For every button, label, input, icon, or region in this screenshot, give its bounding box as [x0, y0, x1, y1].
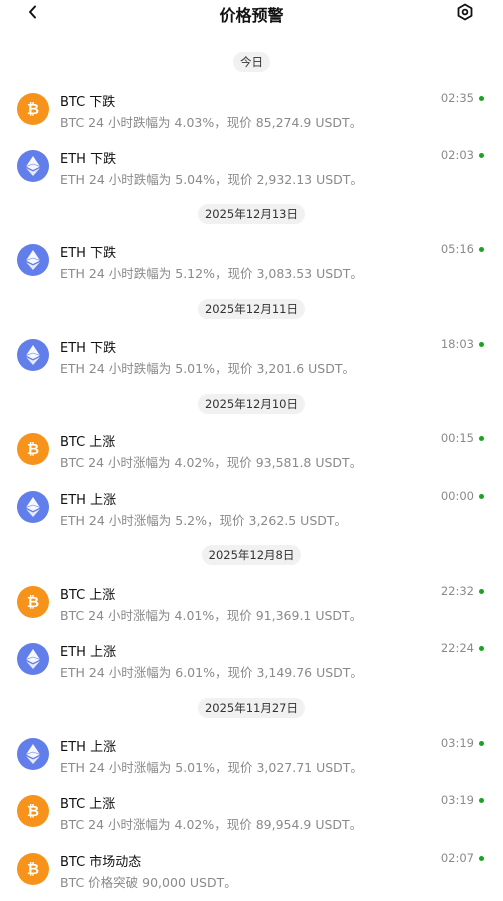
alert-title: ETH 下跌 — [60, 341, 117, 356]
alert-item[interactable]: ETH 下跌 ETH 24 小时跌幅为 5.04%，现价 2,932.13 USD… — [0, 148, 503, 190]
alert-description: ETH 24 小时涨幅为 6.01%，现价 3,149.76 USDT。 — [60, 665, 363, 680]
alert-time: 02:35 — [440, 91, 474, 105]
unread-dot — [479, 247, 484, 252]
price-alerts-page: 价格预警 今日 ₿ BTC 下跌 BTC 24 小时跌幅为 4.03%，现价 85,2… — [0, 0, 503, 901]
alert-time: 03:19 — [440, 736, 474, 750]
unread-dot — [479, 494, 484, 499]
alert-item[interactable]: ₿ BTC 上涨 BTC 24 小时涨幅为 4.02%，现价 93,581.8 US… — [0, 431, 503, 473]
svg-text:₿: ₿ — [27, 593, 39, 611]
svg-text:₿: ₿ — [27, 860, 39, 878]
unread-dot — [479, 153, 484, 158]
svg-text:₿: ₿ — [27, 100, 39, 118]
alert-description: ETH 24 小时跌幅为 5.01%，现价 3,201.6 USDT。 — [60, 361, 355, 376]
unread-dot — [479, 436, 484, 441]
date-separator: 2025年12月8日 — [0, 545, 503, 565]
alert-item[interactable]: ₿ BTC 上涨 BTC 24 小时涨幅为 4.02%，现价 89,954.9 US… — [0, 793, 503, 835]
alert-item[interactable]: ₿ BTC 上涨 BTC 24 小时涨幅为 4.01%，现价 91,369.1 US… — [0, 584, 503, 626]
alert-title: ETH 上涨 — [60, 740, 117, 755]
alert-description: BTC 24 小时跌幅为 4.03%，现价 85,274.9 USDT。 — [60, 115, 363, 130]
alert-time: 22:32 — [440, 584, 474, 598]
alert-description: ETH 24 小时跌幅为 5.04%，现价 2,932.13 USDT。 — [60, 172, 363, 187]
unread-dot — [479, 646, 484, 651]
alert-title: BTC 市场动态 — [60, 855, 142, 870]
date-label: 2025年12月8日 — [201, 545, 302, 565]
ethereum-icon — [17, 643, 49, 675]
alert-description: ETH 24 小时跌幅为 5.12%，现价 3,083.53 USDT。 — [60, 266, 363, 281]
alert-item[interactable]: ETH 上涨 ETH 24 小时涨幅为 5.01%，现价 3,027.71 USD… — [0, 736, 503, 778]
ethereum-icon — [17, 491, 49, 523]
alert-title: BTC 上涨 — [60, 435, 116, 450]
alert-item[interactable]: ETH 上涨 ETH 24 小时涨幅为 5.2%，现价 3,262.5 USDT。… — [0, 489, 503, 531]
alert-title: BTC 上涨 — [60, 588, 116, 603]
alert-time: 22:24 — [440, 641, 474, 655]
header: 价格预警 — [0, 0, 503, 26]
settings-button[interactable] — [454, 2, 476, 22]
alert-description: BTC 24 小时涨幅为 4.02%，现价 93,581.8 USDT。 — [60, 455, 363, 470]
alert-title: ETH 下跌 — [60, 246, 117, 261]
unread-dot — [479, 589, 484, 594]
alert-time: 03:19 — [440, 793, 474, 807]
date-separator: 2025年11月27日 — [0, 698, 503, 718]
unread-dot — [479, 96, 484, 101]
ethereum-icon — [17, 244, 49, 276]
ethereum-icon — [17, 339, 49, 371]
alert-title: ETH 上涨 — [60, 493, 117, 508]
unread-dot — [479, 342, 484, 347]
alert-title: ETH 上涨 — [60, 645, 117, 660]
alert-description: ETH 24 小时涨幅为 5.2%，现价 3,262.5 USDT。 — [60, 513, 348, 528]
unread-dot — [479, 798, 484, 803]
alert-title: BTC 下跌 — [60, 95, 116, 110]
alert-description: BTC 价格突破 90,000 USDT。 — [60, 875, 237, 890]
bitcoin-icon: ₿ — [17, 586, 49, 618]
alert-item[interactable]: ₿ BTC 市场动态 BTC 价格突破 90,000 USDT。 02:07 — [0, 851, 503, 893]
date-separator: 2025年12月10日 — [0, 394, 503, 414]
date-label: 2025年12月13日 — [197, 204, 306, 224]
date-label: 2025年12月11日 — [197, 299, 306, 319]
date-label: 今日 — [233, 52, 270, 72]
alert-time: 05:16 — [440, 242, 474, 256]
alert-description: BTC 24 小时涨幅为 4.02%，现价 89,954.9 USDT。 — [60, 817, 363, 832]
alert-item[interactable]: ETH 下跌 ETH 24 小时跌幅为 5.01%，现价 3,201.6 USDT… — [0, 337, 503, 379]
alert-time: 02:03 — [440, 148, 474, 162]
bitcoin-icon: ₿ — [17, 853, 49, 885]
alert-time: 18:03 — [440, 337, 474, 351]
alert-title: ETH 下跌 — [60, 152, 117, 167]
page-title: 价格预警 — [219, 6, 284, 25]
bitcoin-icon: ₿ — [17, 93, 49, 125]
alert-time: 00:00 — [440, 489, 474, 503]
unread-dot — [479, 741, 484, 746]
date-label: 2025年11月27日 — [197, 698, 306, 718]
bitcoin-icon: ₿ — [17, 433, 49, 465]
alert-item[interactable]: ₿ BTC 下跌 BTC 24 小时跌幅为 4.03%，现价 85,274.9 US… — [0, 91, 503, 133]
alert-item[interactable]: ETH 上涨 ETH 24 小时涨幅为 6.01%，现价 3,149.76 USD… — [0, 641, 503, 683]
alert-description: BTC 24 小时涨幅为 4.01%，现价 91,369.1 USDT。 — [60, 608, 363, 623]
ethereum-icon — [17, 150, 49, 182]
bitcoin-icon: ₿ — [17, 795, 49, 827]
alert-item[interactable]: ETH 下跌 ETH 24 小时跌幅为 5.12%，现价 3,083.53 USD… — [0, 242, 503, 284]
date-separator: 今日 — [0, 52, 503, 72]
date-separator: 2025年12月13日 — [0, 204, 503, 224]
date-separator: 2025年12月11日 — [0, 299, 503, 319]
alert-time: 00:15 — [440, 431, 474, 445]
ethereum-icon — [17, 738, 49, 770]
alert-description: ETH 24 小时涨幅为 5.01%，现价 3,027.71 USDT。 — [60, 760, 363, 775]
alert-title: BTC 上涨 — [60, 797, 116, 812]
gear-icon — [457, 3, 473, 21]
date-label: 2025年12月10日 — [197, 394, 306, 414]
svg-text:₿: ₿ — [27, 440, 39, 458]
unread-dot — [479, 856, 484, 861]
alert-time: 02:07 — [440, 851, 474, 865]
svg-text:₿: ₿ — [27, 802, 39, 820]
